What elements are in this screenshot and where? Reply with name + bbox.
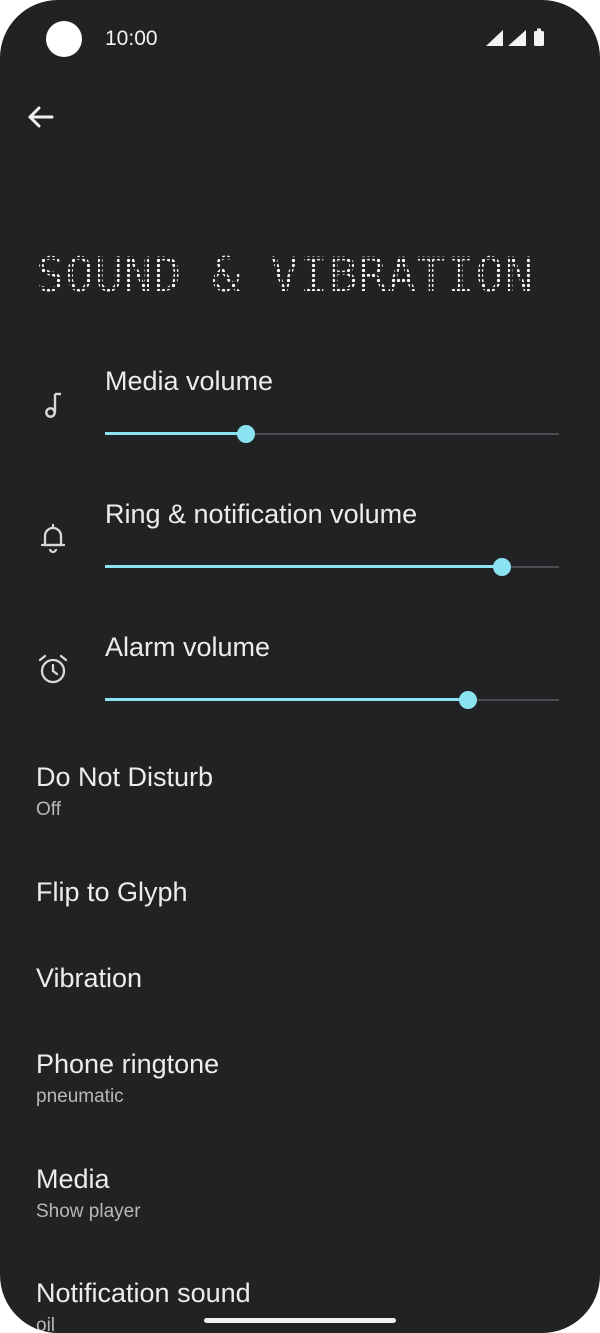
- status-clock: 10:00: [105, 27, 158, 50]
- gesture-nav-bar[interactable]: [204, 1318, 396, 1323]
- slider-thumb[interactable]: [236, 425, 255, 443]
- arrow-left-icon: [28, 106, 54, 128]
- bell-icon: [36, 521, 70, 555]
- signal-icon: [486, 30, 503, 46]
- pref-title: Flip to Glyph: [36, 877, 188, 907]
- media-volume-row: Media volume: [0, 360, 600, 480]
- slider-thumb[interactable]: [493, 558, 512, 576]
- pref-summary: Off: [36, 799, 61, 820]
- ring-volume-slider[interactable]: [105, 555, 559, 579]
- alarm-volume-label: Alarm volume: [105, 632, 271, 662]
- do-not-disturb-item[interactable]: Do Not Disturb Off: [36, 762, 213, 821]
- slider-fill: [105, 565, 503, 568]
- status-icons: [486, 28, 550, 48]
- vibration-item[interactable]: Vibration: [36, 963, 142, 994]
- pref-title: Phone ringtone: [36, 1049, 220, 1079]
- phone-screen: 10:00 SOUND & VIBRATION Media volume Rin…: [0, 0, 600, 1333]
- pref-summary: pneumatic: [36, 1086, 124, 1107]
- slider-fill: [105, 698, 469, 701]
- flip-to-glyph-item[interactable]: Flip to Glyph: [36, 877, 188, 908]
- phone-ringtone-item[interactable]: Phone ringtone pneumatic: [36, 1049, 219, 1108]
- alarm-volume-row: Alarm volume: [0, 626, 600, 746]
- pref-title: Vibration: [36, 963, 143, 993]
- media-volume-label: Media volume: [105, 366, 274, 396]
- pref-title: Do Not Disturb: [36, 762, 214, 792]
- back-button[interactable]: [24, 100, 58, 134]
- media-item[interactable]: Media Show player: [36, 1164, 141, 1223]
- ring-volume-row: Ring & notification volume: [0, 493, 600, 613]
- battery-icon: [534, 28, 544, 46]
- slider-thumb[interactable]: [459, 691, 478, 709]
- pref-title: Media: [36, 1164, 110, 1194]
- media-volume-slider[interactable]: [105, 422, 559, 446]
- music-note-icon: [36, 388, 70, 422]
- pref-summary: Show player: [36, 1201, 141, 1222]
- page-title: SOUND & VIBRATION: [36, 248, 535, 303]
- camera-cutout: [46, 21, 82, 57]
- signal-icon: [508, 30, 526, 46]
- alarm-clock-icon: [36, 652, 70, 686]
- pref-title: Notification sound: [36, 1278, 251, 1308]
- notification-sound-item[interactable]: Notification sound oil: [36, 1278, 251, 1333]
- ring-volume-label: Ring & notification volume: [105, 499, 418, 529]
- alarm-volume-slider[interactable]: [105, 688, 559, 712]
- slider-fill: [105, 432, 246, 435]
